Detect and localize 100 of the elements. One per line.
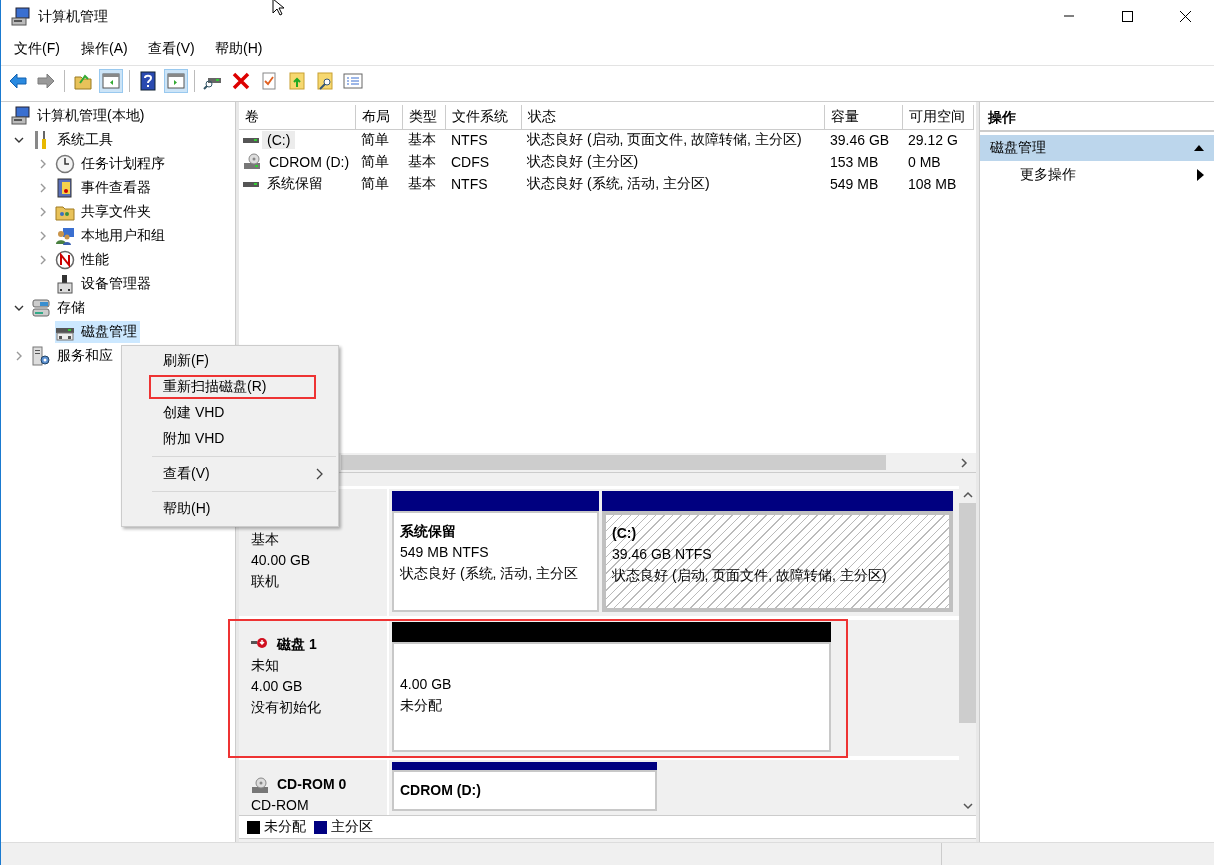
services-icon [31, 346, 51, 366]
document-icon [259, 71, 279, 91]
gauge-icon [55, 250, 75, 270]
tree-item[interactable]: 本地用户和组 [55, 225, 168, 247]
table-cell-text: 29.12 G [907, 132, 959, 148]
legend-label: 主分区 [331, 818, 373, 836]
table-cell-text: 基本 [407, 175, 437, 193]
column-header[interactable]: 状态 [522, 105, 825, 130]
pane-title: 操作 [980, 106, 1214, 132]
properties-icon [343, 71, 363, 91]
disk-info: 4.00 GB [251, 677, 304, 697]
forward-arrow-icon [36, 71, 56, 91]
partition-block[interactable]: 4.00 GB 未分配 [392, 642, 831, 753]
table-cell-text: CDFS [450, 154, 491, 170]
column-header[interactable]: 容量 [825, 105, 903, 130]
volume-name[interactable]: CDROM (D:) [264, 153, 355, 171]
tree-item[interactable]: 任务计划程序 [55, 153, 168, 175]
disk-name: 磁盘 1 [277, 635, 317, 655]
folder-icon [287, 71, 307, 91]
menu-item[interactable]: 重新扫描磁盘(R) [122, 374, 338, 400]
volume-name[interactable]: (C:) [262, 131, 296, 149]
column-header[interactable]: 文件系统 [446, 105, 522, 130]
help-icon [138, 71, 158, 91]
menu-item[interactable]: 帮助(H) [208, 40, 274, 58]
disk-info: CD-ROM [251, 796, 310, 815]
tree-item[interactable]: 磁盘管理 [55, 321, 140, 343]
table-cell-text: 状态良好 (主分区) [526, 153, 640, 171]
scrollbar-thumb[interactable] [341, 455, 886, 470]
drive-icon [243, 181, 259, 187]
window-title: 计算机管理 [38, 7, 108, 26]
table-cell-text: 简单 [360, 153, 390, 171]
table-cell-text: 153 MB [829, 154, 880, 170]
partition-info: 4.00 GB [400, 675, 453, 695]
column-header[interactable]: 可用空间 [903, 105, 974, 130]
pane-icon [166, 71, 186, 91]
disk-info: 基本 [251, 530, 280, 549]
column-header[interactable]: 卷 [239, 105, 356, 130]
scrollbar-thumb[interactable] [959, 503, 976, 723]
table-cell-text: 简单 [360, 131, 390, 149]
section-title: 磁盘管理 [990, 139, 1046, 157]
close-icon [1178, 10, 1192, 23]
table-cell-text: 基本 [407, 153, 437, 171]
disk-info: 联机 [251, 572, 280, 591]
disk-info: 没有初始化 [251, 698, 322, 718]
scroll-down-icon[interactable] [961, 800, 974, 812]
pane-icon [101, 71, 121, 91]
computer-icon [11, 6, 31, 27]
table-cell-text: 0 MB [907, 154, 942, 170]
partition-info: 状态良好 (系统, 活动, 主分区 [400, 564, 580, 583]
partition-title: 系统保留 [400, 522, 457, 541]
table-cell-text: 状态良好 (启动, 页面文件, 故障转储, 主分区) [526, 131, 803, 149]
disk-name: CD-ROM 0 [277, 775, 347, 795]
tree-item[interactable]: 设备管理器 [55, 273, 154, 295]
drive-icon [243, 137, 259, 143]
column-header[interactable]: 类型 [403, 105, 446, 130]
table-cell-text: NTFS [450, 176, 489, 192]
table-cell-text: 简单 [360, 175, 390, 193]
menu-item[interactable]: 刷新(F) [122, 348, 338, 374]
partition-block[interactable]: CDROM (D:) [392, 770, 657, 811]
tree-item[interactable]: 系统工具 [31, 129, 116, 151]
partition-info: 状态良好 (启动, 页面文件, 故障转储, 主分区) [612, 566, 888, 585]
maximize-icon [1120, 10, 1134, 23]
cd-drive-icon [251, 776, 269, 793]
submenu-chevron-icon [316, 468, 324, 480]
table-cell-text: 39.46 GB [829, 132, 891, 148]
users-icon [55, 226, 75, 246]
partition-block[interactable]: 系统保留 549 MB NTFS 状态良好 (系统, 活动, 主分区 [392, 511, 599, 613]
partition-title: (C:) [612, 524, 638, 543]
computer-icon [11, 106, 31, 126]
column-header[interactable]: 布局 [356, 105, 403, 130]
disk-info: 未知 [251, 656, 280, 676]
action-section[interactable]: 磁盘管理 [980, 135, 1214, 161]
log-book-icon [55, 178, 75, 198]
partition-block[interactable]: (C:) 39.46 GB NTFS 状态良好 (启动, 页面文件, 故障转储, 主分区) [602, 511, 953, 613]
tree-item[interactable]: 存储 [31, 297, 88, 319]
tree-item[interactable]: 计算机管理(本地) [11, 105, 148, 127]
action-item[interactable]: 更多操作 [980, 161, 1214, 189]
table-cell-text: NTFS [450, 132, 489, 148]
clock-icon [55, 154, 75, 174]
menu-item[interactable]: 附加 VHD [122, 426, 338, 452]
tree-item[interactable]: 性能 [55, 249, 112, 271]
table-cell-text: 基本 [407, 131, 437, 149]
tree-item[interactable]: 共享文件夹 [55, 201, 154, 223]
pane-button[interactable] [99, 69, 123, 93]
tree-item[interactable]: 事件查看器 [55, 177, 154, 199]
cd-drive-icon [243, 153, 261, 171]
partition-info: 39.46 GB NTFS [612, 545, 713, 564]
partition-info: 549 MB NTFS [400, 543, 490, 562]
menu-item[interactable]: 文件(F) [7, 40, 73, 58]
back-arrow-icon [8, 71, 28, 91]
table-cell-text: 549 MB [829, 176, 880, 192]
partition-title: CDROM (D:) [400, 781, 482, 800]
volume-name[interactable]: 系统保留 [262, 174, 328, 194]
menu-item[interactable]: 操作(A) [74, 40, 140, 58]
menu-item[interactable]: 创建 VHD [122, 400, 338, 426]
legend-label: 未分配 [264, 818, 306, 836]
table-cell-text: 108 MB [907, 176, 958, 192]
menu-item[interactable]: 查看(V) [141, 40, 207, 58]
disk-info: 40.00 GB [251, 551, 312, 570]
tree-item[interactable]: 服务和应 [31, 345, 116, 367]
